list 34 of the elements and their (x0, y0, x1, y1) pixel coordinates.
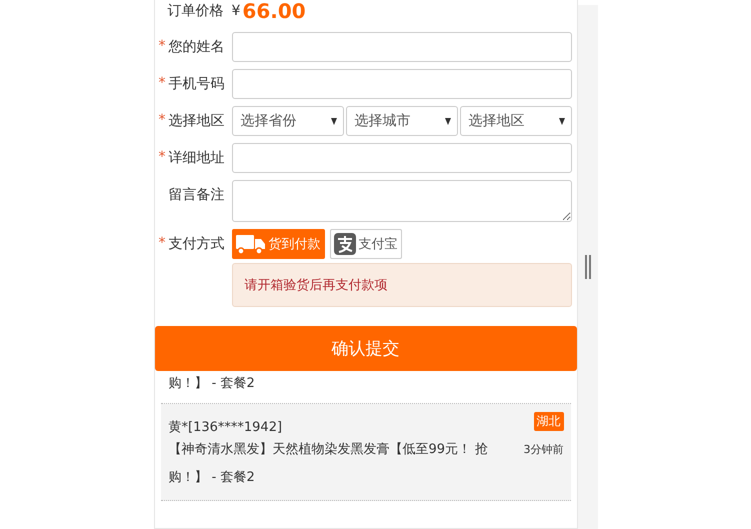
buyer-name: 黄*[136****1942] (168, 419, 282, 436)
required-mark: * (158, 75, 166, 91)
caret-icon (444, 118, 450, 124)
required-mark: * (158, 112, 166, 128)
notice-text: 请开箱验货后再支付款项 (244, 277, 388, 294)
input-field[interactable] (232, 143, 572, 173)
price-amount: 66.00 (242, 0, 306, 23)
required-mark: * (158, 38, 166, 54)
alipay-icon (334, 233, 356, 255)
field-label: 您的姓名 (168, 38, 224, 56)
input-field[interactable] (232, 69, 572, 99)
region-badge: 湖北 (534, 412, 564, 431)
required-mark: * (158, 149, 166, 165)
payment-option[interactable]: 支付宝 (330, 229, 402, 259)
select-dropdown[interactable]: 选择省份 (232, 106, 344, 136)
field-label: 支付方式 (168, 235, 224, 253)
select-dropdown[interactable]: 选择地区 (460, 106, 572, 136)
field-label: 详细地址 (168, 149, 224, 167)
required-mark: * (158, 235, 166, 251)
field-label: 留言备注 (168, 186, 224, 204)
caret-icon (330, 118, 336, 124)
resize-handle-icon[interactable] (584, 255, 590, 279)
truck-icon (236, 233, 266, 255)
order-product: 【神奇清水黑发】天然植物染发黑发膏【低至99元！ 抢购！】 - 套餐2 (168, 441, 490, 487)
currency-symbol: ¥ (232, 3, 240, 19)
price-label: 订单价格 (168, 2, 224, 20)
order-time: 3分钟前 (524, 442, 564, 458)
order-product: 购！】 - 套餐2 (168, 375, 255, 393)
select-dropdown[interactable]: 选择城市 (346, 106, 458, 136)
input-field[interactable] (232, 32, 572, 62)
caret-icon (558, 118, 564, 124)
message-field[interactable] (232, 180, 572, 222)
field-label: 选择地区 (168, 112, 224, 130)
field-label: 手机号码 (168, 75, 224, 93)
